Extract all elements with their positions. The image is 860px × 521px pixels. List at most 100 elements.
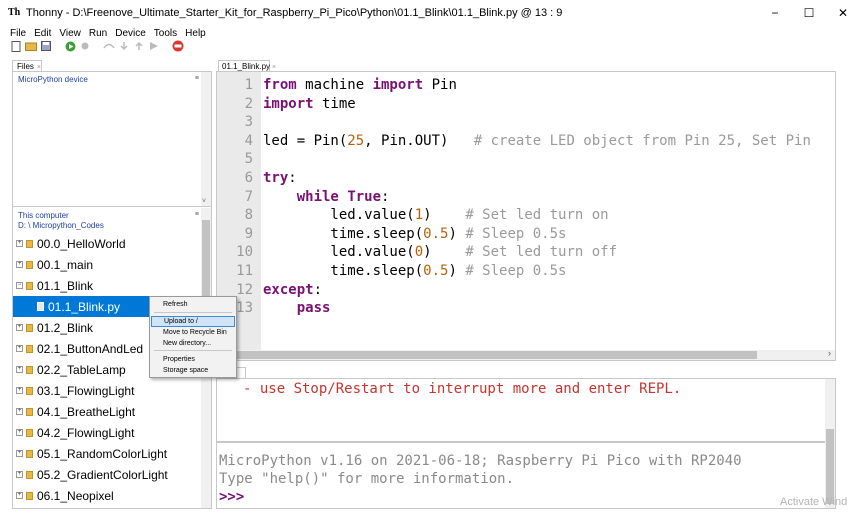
context-menu-item[interactable]: Refresh [151,299,235,310]
hamburger-menu-icon[interactable]: ≡ [195,211,199,218]
context-menu-item[interactable]: Storage space [151,365,235,376]
folder-item[interactable]: +03.1_FlowingLight [13,380,201,401]
device-scrollbar[interactable]: ˅ [201,72,211,206]
expand-icon[interactable]: + [16,366,23,373]
code-comment: # Set led turn on [465,207,609,224]
expand-icon[interactable]: + [16,429,23,436]
scrollbar-thumb[interactable] [229,351,757,359]
code-keyword: pass [296,300,331,317]
close-button[interactable]: ✕ [826,0,860,26]
code-keyword: while [296,188,339,205]
code-line[interactable]: 8 led.value(1) # Set led turn on [217,206,835,225]
code-line[interactable]: 6 try: [217,169,835,188]
shell-scrollbar[interactable] [825,379,835,508]
shell-prompt[interactable]: >>> [219,489,244,505]
expand-icon[interactable]: + [16,492,23,499]
context-menu-item[interactable]: Upload to / [151,316,235,327]
maximize-button[interactable]: ☐ [792,0,826,26]
editor-horizontal-scrollbar[interactable]: › [217,348,835,360]
code-keyword: import [263,95,314,112]
hamburger-menu-icon[interactable]: ≡ [195,75,199,82]
activate-windows-watermark: Activate Wind [780,496,848,508]
folder-item[interactable]: +05.2_GradientColorLight [13,464,201,485]
code-text: ) [448,225,466,242]
window-title: Thonny - D:\Freenove_Ultimate_Starter_Ki… [26,7,563,19]
scrollbar-thumb[interactable] [826,429,834,504]
step-out-icon[interactable] [133,40,145,52]
folder-icon [26,323,33,332]
context-menu-item[interactable]: New directory... [151,338,235,349]
expand-icon[interactable]: + [16,240,23,247]
folder-item[interactable]: +04.2_FlowingLight [13,422,201,443]
code-line[interactable]: 1 from machine import Pin [217,76,835,95]
tree-item-label: 05.2_GradientColorLight [37,467,168,482]
code-comment: # Sleep 0.5s [465,225,567,242]
folder-icon [26,260,33,269]
expand-icon[interactable]: + [16,450,23,457]
tree-item-label: 02.2_TableLamp [37,362,126,377]
expand-icon[interactable]: + [16,261,23,268]
folder-icon [26,344,33,353]
code-text: Pin [423,77,457,93]
folder-item[interactable]: +00.1_main [13,254,201,275]
folder-icon [26,428,33,437]
code-text: ) [423,244,466,261]
code-line[interactable]: 10 led.value(0) # Set led turn off [217,243,835,262]
expand-icon[interactable]: + [16,324,23,331]
code-line[interactable]: 9 time.sleep(0.5) # Sleep 0.5s [217,225,835,244]
expand-icon[interactable]: + [16,387,23,394]
line-number: 8 [244,207,253,224]
expand-icon[interactable]: + [16,408,23,415]
folder-item[interactable]: +04.1_BreatheLight [13,401,201,422]
save-icon[interactable] [40,40,52,52]
code-keyword: except [263,281,314,298]
run-icon[interactable] [64,40,76,52]
line-number: 10 [236,244,253,261]
menu-help[interactable]: Help [185,26,206,41]
debug-icon[interactable] [79,40,91,52]
tab-close-icon[interactable]: × [272,64,276,71]
code-line[interactable]: 7 while True: [217,188,835,207]
context-menu-item[interactable]: Move to Recycle Bin [151,327,235,338]
code-line[interactable]: 2 import time [217,95,835,114]
folder-item[interactable]: − 01.1_Blink [13,275,201,296]
micropython-device-title: MicroPython device [18,75,88,84]
stop-icon[interactable] [172,40,184,52]
code-editor[interactable]: 1 from machine import Pin 2 import time 3 4 le… [216,71,836,361]
current-directory-path[interactable]: D: \ Micropython_Codes [18,221,104,231]
step-into-icon[interactable] [118,40,130,52]
folder-item[interactable]: +00.0_HelloWorld [13,233,201,254]
code-comment: # Set led turn off [465,244,618,261]
context-menu-item[interactable]: Properties [151,354,235,365]
thonny-app-icon: Th [8,7,21,18]
line-number: 5 [244,151,253,168]
scroll-right-icon[interactable]: › [828,348,831,358]
tab-close-icon[interactable]: × [37,64,41,71]
folder-icon [26,470,33,479]
shell-panel[interactable]: - use Stop/Restart to interrupt more and… [216,378,836,509]
resume-icon[interactable] [148,40,160,52]
expand-icon[interactable]: + [16,345,23,352]
folder-item[interactable]: +06.1_Neopixel [13,485,201,506]
micropython-device-section: MicroPython device ≡ ˅ [13,72,211,207]
folder-item[interactable]: +05.1_RandomColorLight [13,443,201,464]
code-area[interactable]: 1 from machine import Pin 2 import time 3 4 le… [217,76,835,318]
new-file-icon[interactable] [10,40,22,52]
tree-item-label: 05.1_RandomColorLight [37,446,168,461]
code-text: : [288,169,297,186]
tree-item-label: 02.1_ButtonAndLed [37,341,144,356]
open-folder-icon[interactable] [25,40,37,52]
code-line[interactable]: 3 [217,113,835,132]
collapse-icon[interactable]: − [16,282,23,289]
code-line[interactable]: 5 [217,150,835,169]
code-line[interactable]: 13 pass [217,299,835,318]
expand-icon[interactable]: + [16,471,23,478]
code-line[interactable]: 11 time.sleep(0.5) # Sleep 0.5s [217,262,835,281]
step-over-icon[interactable] [103,40,115,52]
code-line[interactable]: 12 except: [217,281,835,300]
line-number: 4 [244,132,253,149]
minimize-button[interactable]: − [758,0,792,26]
code-line[interactable]: 4 led = Pin(25, Pin.OUT) # create LED obj… [217,132,835,151]
shell-message: - use Stop/Restart to interrupt more and… [243,381,682,397]
